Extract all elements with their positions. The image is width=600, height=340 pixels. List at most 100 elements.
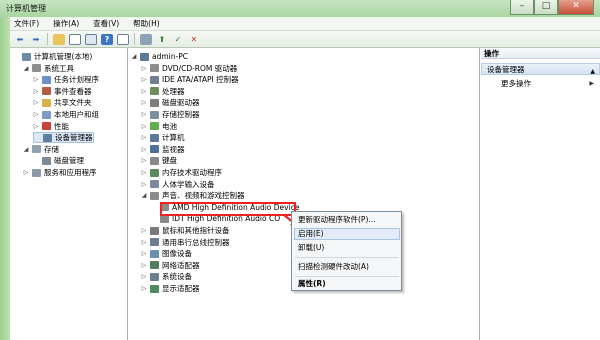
- expand-arrow-icon[interactable]: ▷: [141, 250, 147, 257]
- device-tree-item[interactable]: ▷ 存储控制器: [141, 109, 200, 120]
- device-tree-item[interactable]: ▷ 监视器: [141, 144, 185, 155]
- device-tree-label: 网络适配器: [162, 260, 200, 270]
- nav-tree-item[interactable]: ◢ 存储: [23, 144, 59, 155]
- device-tree-label: 电池: [162, 121, 177, 131]
- device-tree-label: 系统设备: [162, 272, 192, 282]
- update-driver-icon[interactable]: [140, 33, 152, 45]
- tools-icon: [32, 64, 41, 73]
- forward-icon[interactable]: ➡: [30, 34, 42, 45]
- nav-tree-item[interactable]: ▷ 事件查看器: [33, 86, 92, 97]
- nav-tree-item[interactable]: 设备管理器: [33, 132, 94, 144]
- hid-icon: [150, 180, 159, 189]
- device-tree-item[interactable]: ▷ 鼠标和其他指针设备: [141, 225, 230, 236]
- device-tree-item[interactable]: ▷ 计算机: [141, 132, 185, 143]
- device-tree-item[interactable]: ▷ 网络适配器: [141, 260, 200, 271]
- device-tree-pane: ◢ admin-PC ▷ DVD/CD-ROM 驱动器 ▷ IDE ATA/ATAPI 控…: [129, 48, 480, 340]
- expand-arrow-icon[interactable]: ▷: [33, 99, 39, 106]
- ctx-uninstall[interactable]: 卸载(U): [298, 242, 324, 254]
- disable-device-icon[interactable]: ⬆: [156, 34, 168, 45]
- device-tree-label: 通用串行总线控制器: [162, 237, 230, 247]
- device-tree-item[interactable]: ▷ 显示适配器: [141, 283, 200, 294]
- nav-tree-item[interactable]: ◢ 系统工具: [23, 63, 74, 74]
- device-manager-icon: [43, 133, 52, 142]
- device-tree-item[interactable]: ▷ 键盘: [141, 155, 177, 166]
- device-tree-item[interactable]: ▷ 处理器: [141, 86, 185, 97]
- expand-arrow-icon[interactable]: ▷: [141, 227, 147, 234]
- context-menu: 更新驱动程序软件(P)... 启用(E) 卸载(U) 扫描检测硬件改动(A) 属…: [291, 211, 402, 291]
- scan-changes-icon[interactable]: ✕: [188, 34, 200, 45]
- device-tree-item[interactable]: ▷ DVD/CD-ROM 驱动器: [141, 63, 238, 74]
- menu-file[interactable]: 文件(F): [14, 18, 39, 29]
- ctx-update-driver[interactable]: 更新驱动程序软件(P)...: [298, 214, 376, 226]
- nav-tree-item[interactable]: ▷ 本地用户和组: [33, 109, 99, 120]
- ctx-properties[interactable]: 属性(R): [298, 278, 326, 290]
- uninstall-icon[interactable]: ✓: [172, 34, 184, 45]
- up-folder-icon[interactable]: [53, 33, 65, 45]
- expand-arrow-icon[interactable]: ▷: [141, 239, 147, 246]
- collapse-arrow-icon[interactable]: ◢: [23, 65, 29, 72]
- close-button[interactable]: ✕: [558, 0, 594, 15]
- event-viewer-icon: [42, 87, 51, 96]
- console-icon[interactable]: [117, 33, 129, 45]
- device-tree-item[interactable]: ▷ 内存技术驱动程序: [141, 167, 222, 178]
- expand-arrow-icon[interactable]: ▷: [141, 123, 147, 130]
- nav-tree-item[interactable]: ▷ 服务和应用程序: [23, 167, 97, 178]
- back-icon[interactable]: ⬅: [14, 34, 26, 45]
- expand-arrow-icon[interactable]: ▷: [141, 65, 147, 72]
- expand-arrow-icon[interactable]: ▷: [23, 169, 29, 176]
- expand-arrow-icon[interactable]: ▷: [33, 111, 39, 118]
- expand-arrow-icon[interactable]: ▷: [141, 273, 147, 280]
- properties-icon[interactable]: [85, 33, 97, 45]
- device-tree-item[interactable]: ▷ 电池: [141, 121, 177, 132]
- nav-tree-item[interactable]: ▷ 共享文件夹: [33, 97, 92, 108]
- maximize-button[interactable]: □: [534, 0, 558, 15]
- nav-tree-item[interactable]: ▷ 任务计划程序: [33, 74, 99, 85]
- device-tree-item[interactable]: ▷ IDE ATA/ATAPI 控制器: [141, 74, 239, 85]
- menu-help[interactable]: 帮助(H): [133, 18, 160, 29]
- collapse-arrow-icon[interactable]: ◢: [141, 192, 147, 199]
- ctx-scan-hardware[interactable]: 扫描检测硬件改动(A): [298, 261, 369, 273]
- more-actions-arrow-icon[interactable]: ▶: [589, 80, 594, 87]
- expand-arrow-icon[interactable]: ▷: [141, 146, 147, 153]
- expand-arrow-icon[interactable]: ▷: [141, 88, 147, 95]
- disk-drive-icon: [150, 98, 159, 107]
- minimize-button[interactable]: –: [510, 0, 534, 15]
- device-tree-item[interactable]: ▷ 磁盘驱动器: [141, 97, 200, 108]
- expand-arrow-icon[interactable]: ▷: [141, 157, 147, 164]
- nav-tree-item[interactable]: 磁盘管理: [33, 155, 84, 166]
- collapse-arrow-icon[interactable]: ◢: [23, 146, 29, 153]
- expand-arrow-icon[interactable]: ▷: [141, 285, 147, 292]
- expand-arrow-icon[interactable]: ▷: [141, 169, 147, 176]
- device-tree-item[interactable]: ▷ 人体学输入设备: [141, 179, 215, 190]
- expand-arrow-icon[interactable]: ▷: [141, 76, 147, 83]
- nav-tree-item[interactable]: ▷ 性能: [33, 121, 69, 132]
- device-tree-item[interactable]: ◢ admin-PC: [131, 51, 188, 62]
- expand-arrow-icon[interactable]: ▷: [141, 111, 147, 118]
- expand-arrow-icon[interactable]: ▷: [33, 123, 39, 130]
- menu-action[interactable]: 操作(A): [53, 18, 79, 29]
- show-hide-tree-icon[interactable]: [69, 33, 81, 45]
- help-icon[interactable]: ?: [101, 33, 113, 45]
- actions-section-device-manager[interactable]: 设备管理器 ▲: [481, 63, 600, 75]
- nav-tree-item[interactable]: 计算机管理(本地): [13, 51, 92, 62]
- device-tree-item[interactable]: ◢ 声音、视频和游戏控制器: [141, 190, 245, 201]
- device-tree-item[interactable]: ▷ 系统设备: [141, 271, 192, 282]
- device-tree-item[interactable]: ▷ 通用串行总线控制器: [141, 237, 230, 248]
- device-tree-label: 显示适配器: [162, 284, 200, 293]
- ctx-enable[interactable]: 启用(E): [298, 228, 324, 240]
- expand-arrow-icon[interactable]: ▷: [141, 181, 147, 188]
- actions-more-actions[interactable]: 更多操作: [501, 78, 531, 89]
- device-tree-item[interactable]: ▷ 图像设备: [141, 248, 192, 259]
- menu-view[interactable]: 查看(V): [93, 18, 119, 29]
- system-device-icon: [150, 272, 159, 281]
- expand-arrow-icon[interactable]: ▷: [141, 134, 147, 141]
- expand-arrow-icon[interactable]: ▷: [33, 76, 39, 83]
- collapse-arrow-icon[interactable]: ◢: [131, 53, 137, 60]
- expand-arrow-icon[interactable]: ▷: [141, 262, 147, 269]
- expand-arrow-icon[interactable]: ▷: [33, 88, 39, 95]
- expand-arrow-icon[interactable]: ▷: [141, 99, 147, 106]
- camera-icon: [150, 249, 159, 258]
- shared-folder-icon: [42, 98, 51, 107]
- computer-management-icon: [22, 52, 31, 61]
- collapse-up-icon[interactable]: ▲: [590, 66, 595, 77]
